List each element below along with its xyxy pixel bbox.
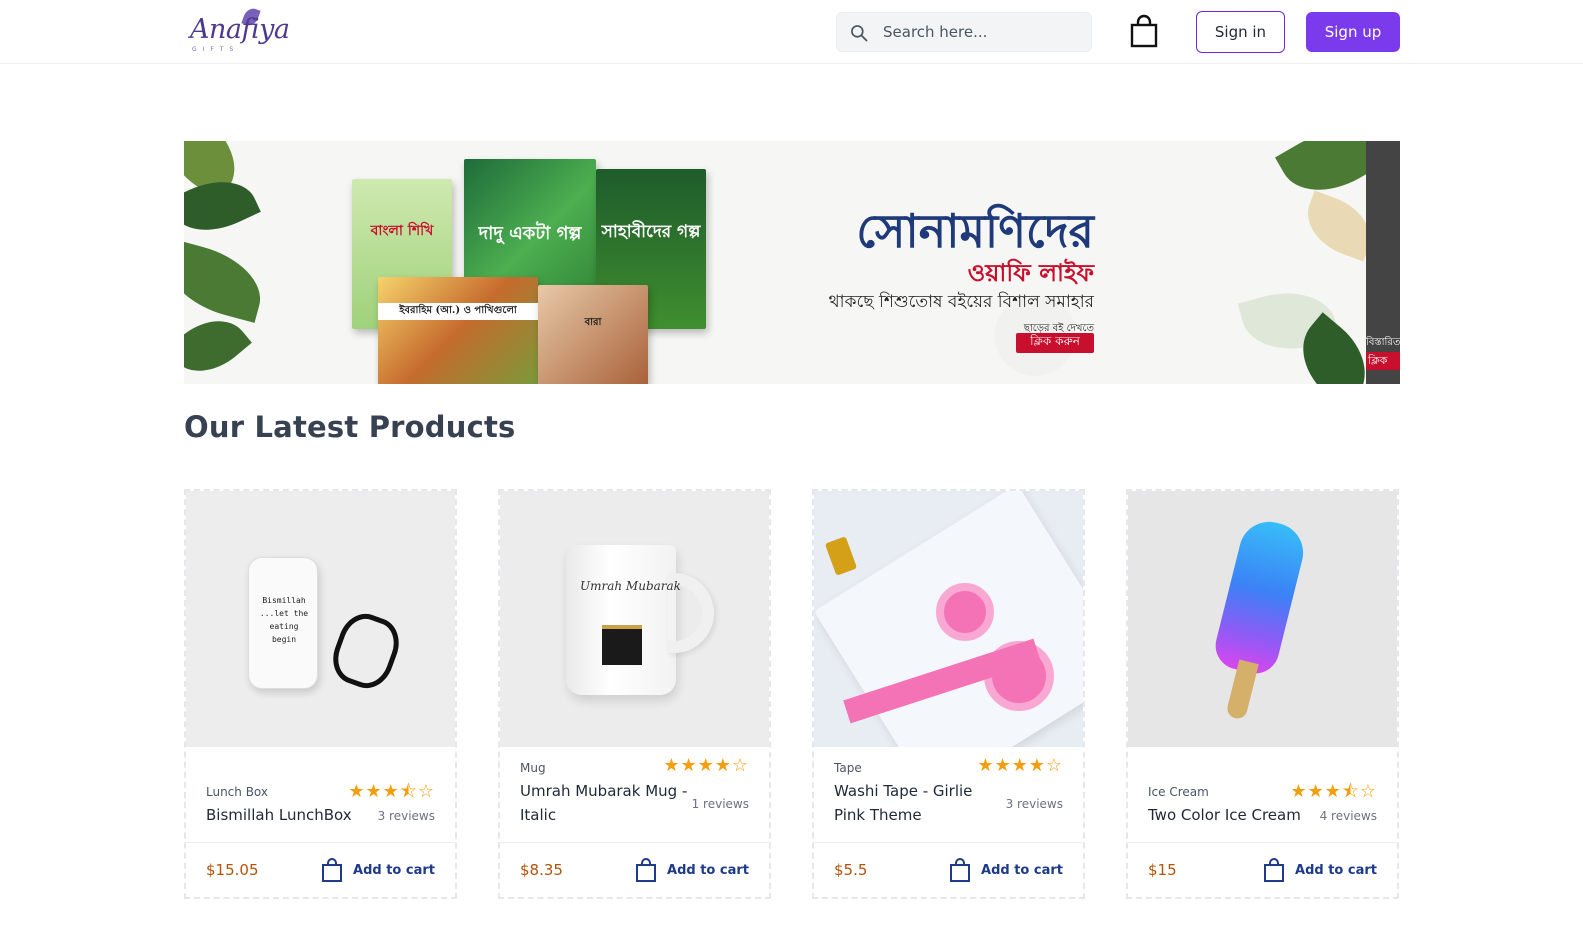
icecream-stick: [1225, 659, 1259, 721]
icecream-icon: [1210, 515, 1310, 679]
shopping-bag-icon: [322, 858, 343, 882]
search-icon[interactable]: [849, 23, 869, 43]
add-to-cart-button[interactable]: Add to cart: [1263, 855, 1377, 885]
review-count[interactable]: 3 reviews: [1006, 797, 1063, 811]
add-to-cart-label: Add to cart: [667, 862, 749, 878]
add-to-cart-button[interactable]: Add to cart: [321, 855, 435, 885]
product-category: Mug: [520, 761, 546, 775]
product-card[interactable]: Bismillah ...let the eating begin Lunch …: [184, 489, 457, 899]
banner-cta-button[interactable]: ক্লিক করুন: [1016, 333, 1094, 353]
product-info: Ice Cream Two Color Ice Cream ★★★⯪☆ 4 re…: [1128, 747, 1397, 843]
lunchbox-icon: Bismillah ...let the eating begin: [248, 557, 318, 689]
product-category: Lunch Box: [206, 785, 269, 799]
book-cover: বারা: [538, 285, 648, 384]
product-price: $15.05: [206, 861, 259, 879]
shopping-bag-icon: [636, 858, 657, 882]
sign-in-button[interactable]: Sign in: [1196, 11, 1285, 53]
product-price: $8.35: [520, 861, 563, 879]
tape-icon: [936, 583, 994, 641]
add-to-cart-label: Add to cart: [1295, 862, 1377, 878]
mug-print-text: Umrah Mubarak: [580, 579, 681, 593]
shopping-bag-icon: [1264, 858, 1285, 882]
product-grid: Bismillah ...let the eating begin Lunch …: [184, 489, 1400, 899]
section-title: Our Latest Products: [184, 410, 516, 444]
product-image[interactable]: [814, 491, 1083, 747]
product-info: Mug Umrah Mubarak Mug - Italic ★★★★☆ 1 r…: [500, 747, 769, 843]
cart-icon[interactable]: [1128, 14, 1160, 48]
book-title: ইবরাহিম (আ.) ও পাখিগুলো: [378, 303, 538, 320]
book-title: বারা: [584, 317, 602, 328]
product-card[interactable]: Ice Cream Two Color Ice Cream ★★★⯪☆ 4 re…: [1126, 489, 1399, 899]
logo-subtext: GIFTS: [192, 46, 240, 53]
sign-up-button[interactable]: Sign up: [1306, 12, 1400, 52]
band-icon: [325, 606, 407, 696]
product-image[interactable]: [1128, 491, 1397, 747]
banner-tagline: থাকছে শিশুতোষ বইয়ের বিশাল সমাহার: [828, 292, 1094, 312]
shopping-bag-icon: [950, 858, 971, 882]
book-title: দাদু একটা গল্প: [478, 223, 582, 244]
review-count[interactable]: 1 reviews: [692, 797, 749, 811]
rating-stars-icon: ★★★⯪☆: [348, 781, 435, 802]
search-bar: [836, 12, 1092, 52]
book-title: বাংলা শিখি: [370, 223, 434, 239]
product-image[interactable]: Bismillah ...let the eating begin: [186, 491, 455, 747]
hero-banner[interactable]: বাংলা শিখি দাদু একটা গল্প সাহাবীদের গল্প…: [184, 141, 1400, 384]
logo[interactable]: Anafiya GIFTS: [190, 6, 300, 56]
product-image[interactable]: Umrah Mubarak: [500, 491, 769, 747]
mug-icon: [566, 545, 676, 695]
rating-stars-icon: ★★★★☆: [663, 755, 749, 776]
product-name[interactable]: Umrah Mubarak Mug - Italic: [520, 779, 690, 827]
rating-stars-icon: ★★★⯪☆: [1290, 781, 1377, 802]
rating-stars-icon: ★★★★☆: [977, 755, 1063, 776]
product-footer: $8.35 Add to cart: [500, 843, 769, 899]
product-card[interactable]: Umrah Mubarak Mug Umrah Mubarak Mug - It…: [498, 489, 771, 899]
search-input[interactable]: [883, 13, 1083, 51]
add-to-cart-button[interactable]: Add to cart: [635, 855, 749, 885]
next-slide-text: বিস্তারিত: [1366, 337, 1400, 348]
product-footer: $15.05 Add to cart: [186, 843, 455, 899]
lunchbox-print-text: Bismillah ...let the eating begin: [259, 596, 309, 644]
product-card[interactable]: Tape Washi Tape - Girlie Pink Theme ★★★★…: [812, 489, 1085, 899]
pencil-cap-icon: [824, 536, 858, 576]
product-category: Tape: [834, 761, 862, 775]
next-slide-preview[interactable]: বিস্তারিত ক্লিক: [1366, 141, 1400, 384]
product-price: $5.5: [834, 861, 868, 879]
review-count[interactable]: 3 reviews: [378, 809, 435, 823]
add-to-cart-label: Add to cart: [981, 862, 1063, 878]
add-to-cart-label: Add to cart: [353, 862, 435, 878]
site-header: Anafiya GIFTS Sign in Sign up: [0, 0, 1583, 64]
kaaba-icon: [602, 625, 642, 665]
product-price: $15: [1148, 861, 1177, 879]
next-slide-cta: ক্লিক: [1366, 352, 1400, 370]
product-info: Tape Washi Tape - Girlie Pink Theme ★★★★…: [814, 747, 1083, 843]
review-count[interactable]: 4 reviews: [1320, 809, 1377, 823]
product-footer: $5.5 Add to cart: [814, 843, 1083, 899]
book-title: সাহাবীদের গল্প: [601, 222, 701, 242]
product-footer: $15 Add to cart: [1128, 843, 1397, 899]
product-info: Lunch Box Bismillah LunchBox ★★★⯪☆ 3 rev…: [186, 747, 455, 843]
book-cover: ইবরাহিম (আ.) ও পাখিগুলো: [378, 277, 538, 384]
book-collection: বাংলা শিখি দাদু একটা গল্প সাহাবীদের গল্প…: [352, 159, 712, 384]
product-category: Ice Cream: [1148, 785, 1209, 799]
logo-text: Anafiya: [190, 14, 290, 45]
add-to-cart-button[interactable]: Add to cart: [949, 855, 1063, 885]
product-name[interactable]: Washi Tape - Girlie Pink Theme: [834, 779, 984, 827]
